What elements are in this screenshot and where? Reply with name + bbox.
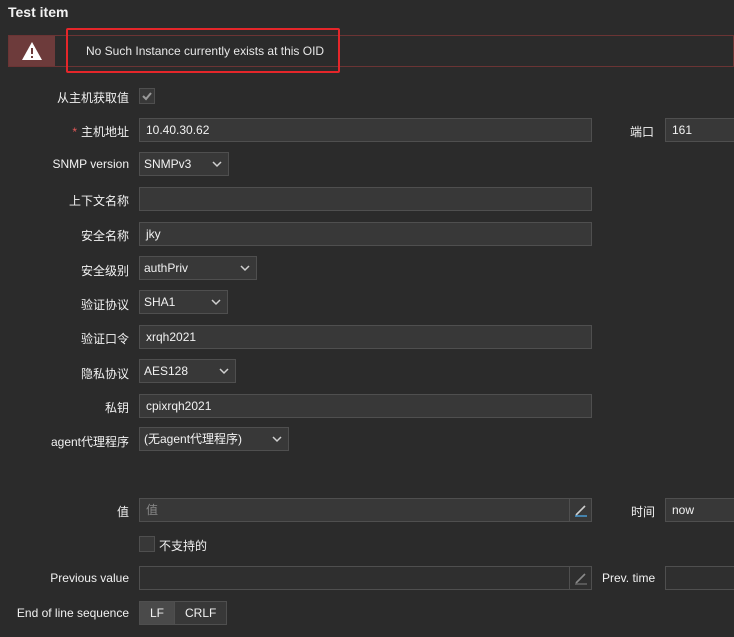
port-label: 端口 bbox=[630, 125, 655, 139]
priv-protocol-select[interactable]: AES128 bbox=[139, 359, 236, 383]
auth-protocol-value: SHA1 bbox=[144, 295, 176, 309]
snmp-version-label: SNMP version bbox=[52, 157, 129, 171]
agent-value: (无agent代理程序) bbox=[144, 432, 243, 446]
chevron-down-icon bbox=[272, 436, 282, 443]
security-level-label: 安全级别 bbox=[80, 264, 129, 278]
test-item-dialog: Test item No Such Instance currently exi… bbox=[0, 0, 734, 637]
prev-time-input[interactable] bbox=[665, 566, 734, 590]
time-input[interactable]: now bbox=[665, 498, 734, 522]
priv-key-input[interactable]: cpixrqh2021 bbox=[139, 394, 592, 418]
agent-select[interactable]: (无agent代理程序) bbox=[139, 427, 289, 451]
chevron-down-icon bbox=[219, 368, 229, 375]
auth-protocol-select[interactable]: SHA1 bbox=[139, 290, 228, 314]
get-from-host-label: 从主机获取值 bbox=[56, 91, 129, 105]
security-name-input[interactable]: jky bbox=[139, 222, 592, 246]
snmp-version-select[interactable]: SNMPv3 bbox=[139, 152, 229, 176]
security-level-value: authPriv bbox=[144, 261, 189, 275]
previous-value-edit-button[interactable] bbox=[569, 567, 591, 589]
value-input[interactable]: 值 bbox=[139, 498, 592, 522]
host-address-input[interactable]: 10.40.30.62 bbox=[139, 118, 592, 142]
security-name-label: 安全名称 bbox=[80, 229, 129, 243]
priv-protocol-value: AES128 bbox=[144, 364, 189, 378]
warning-icon bbox=[22, 42, 42, 60]
agent-label: agent代理程序 bbox=[50, 435, 129, 449]
value-label: 值 bbox=[116, 505, 129, 519]
prev-time-label: Prev. time bbox=[602, 571, 656, 585]
security-level-select[interactable]: authPriv bbox=[139, 256, 257, 280]
eol-segmented-control: LF CRLF bbox=[139, 601, 228, 625]
auth-protocol-label: 验证协议 bbox=[80, 298, 129, 312]
not-supported-label: 不支持的 bbox=[159, 539, 208, 553]
pencil-icon bbox=[574, 573, 587, 585]
previous-value-label: Previous value bbox=[50, 571, 129, 585]
context-name-input[interactable] bbox=[139, 187, 592, 211]
get-from-host-checkbox[interactable] bbox=[139, 88, 155, 104]
value-edit-button[interactable] bbox=[569, 499, 591, 521]
eol-option-crlf[interactable]: CRLF bbox=[174, 602, 227, 624]
alert-icon-box bbox=[9, 36, 55, 66]
chevron-down-icon bbox=[240, 265, 250, 272]
alert-highlight-box bbox=[66, 28, 340, 73]
priv-protocol-label: 隐私协议 bbox=[80, 367, 129, 381]
eol-option-lf[interactable]: LF bbox=[140, 602, 175, 624]
not-supported-checkbox[interactable] bbox=[139, 536, 155, 552]
port-input[interactable]: 161 bbox=[665, 118, 734, 142]
host-address-label: * 主机地址 bbox=[72, 123, 129, 140]
required-mark: * bbox=[72, 125, 77, 139]
host-address-label-text: 主机地址 bbox=[80, 125, 129, 139]
previous-value-input[interactable] bbox=[139, 566, 592, 590]
priv-key-label: 私钥 bbox=[104, 401, 129, 415]
time-label: 时间 bbox=[631, 505, 656, 519]
auth-passphrase-label: 验证口令 bbox=[80, 332, 129, 346]
eol-label: End of line sequence bbox=[16, 606, 129, 620]
auth-passphrase-input[interactable]: xrqh2021 bbox=[139, 325, 592, 349]
context-name-label: 上下文名称 bbox=[68, 194, 129, 208]
dialog-title: Test item bbox=[8, 4, 69, 20]
pencil-icon bbox=[574, 505, 587, 517]
checkmark-icon bbox=[142, 92, 152, 101]
chevron-down-icon bbox=[211, 299, 221, 306]
chevron-down-icon bbox=[212, 161, 222, 168]
snmp-version-value: SNMPv3 bbox=[144, 157, 192, 171]
value-placeholder: 值 bbox=[146, 503, 159, 517]
